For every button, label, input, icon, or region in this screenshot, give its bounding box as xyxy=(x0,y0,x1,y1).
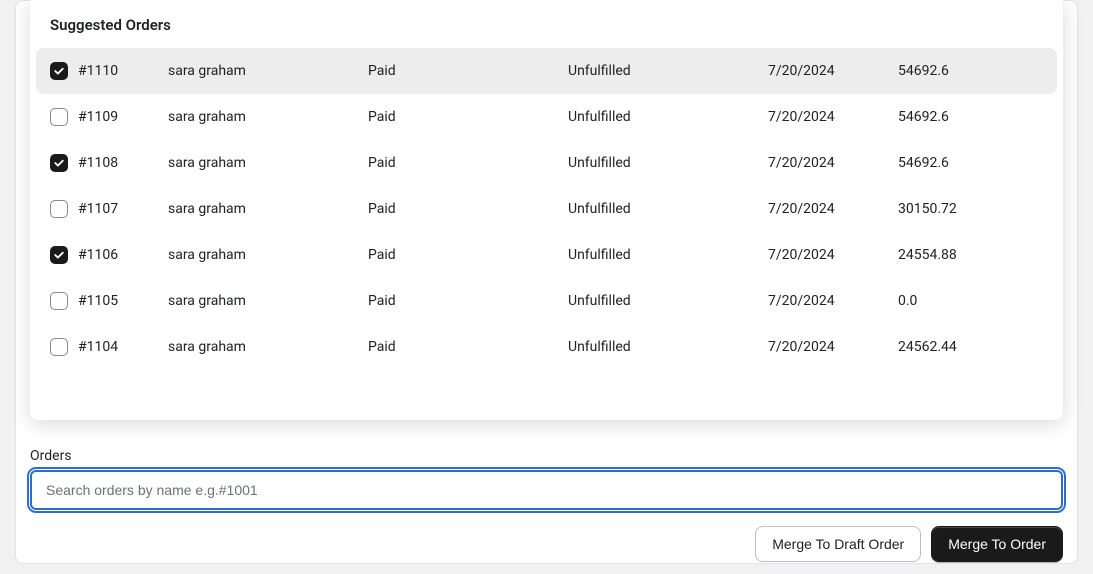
order-fulfillment-status: Unfulfilled xyxy=(568,109,768,125)
order-date: 7/20/2024 xyxy=(768,201,898,217)
order-fulfillment-status: Unfulfilled xyxy=(568,63,768,79)
order-row[interactable]: #1108sara grahamPaidUnfulfilled7/20/2024… xyxy=(30,140,1063,186)
order-date: 7/20/2024 xyxy=(768,109,898,125)
order-row[interactable]: #1109sara grahamPaidUnfulfilled7/20/2024… xyxy=(30,94,1063,140)
order-checkbox[interactable] xyxy=(50,338,68,356)
order-id: #1104 xyxy=(78,339,168,355)
order-amount: 24554.88 xyxy=(898,247,1043,263)
order-fulfillment-status: Unfulfilled xyxy=(568,339,768,355)
order-customer: sara graham xyxy=(168,63,368,79)
merge-to-draft-order-button[interactable]: Merge To Draft Order xyxy=(755,526,921,562)
suggested-orders-scroll[interactable]: Suggested Orders #1110sara grahamPaidUnf… xyxy=(30,0,1063,420)
order-date: 7/20/2024 xyxy=(768,339,898,355)
order-row[interactable]: #1106sara grahamPaidUnfulfilled7/20/2024… xyxy=(30,232,1063,278)
order-payment-status: Paid xyxy=(368,109,568,125)
order-date: 7/20/2024 xyxy=(768,293,898,309)
order-amount: 24562.44 xyxy=(898,339,1043,355)
order-amount: 54692.6 xyxy=(898,63,1043,79)
order-customer: sara graham xyxy=(168,155,368,171)
order-row[interactable]: #1110sara grahamPaidUnfulfilled7/20/2024… xyxy=(36,48,1057,94)
button-row: Merge To Draft Order Merge To Order xyxy=(30,526,1063,562)
order-date: 7/20/2024 xyxy=(768,63,898,79)
orders-section: Orders Merge To Draft Order Merge To Ord… xyxy=(30,448,1063,562)
order-id: #1107 xyxy=(78,201,168,217)
order-checkbox[interactable] xyxy=(50,154,68,172)
order-amount: 30150.72 xyxy=(898,201,1043,217)
order-checkbox[interactable] xyxy=(50,108,68,126)
order-payment-status: Paid xyxy=(368,247,568,263)
order-amount: 0.0 xyxy=(898,293,1043,309)
order-customer: sara graham xyxy=(168,201,368,217)
order-fulfillment-status: Unfulfilled xyxy=(568,201,768,217)
search-orders-input[interactable] xyxy=(30,470,1063,510)
order-fulfillment-status: Unfulfilled xyxy=(568,293,768,309)
order-payment-status: Paid xyxy=(368,339,568,355)
order-customer: sara graham xyxy=(168,339,368,355)
order-row[interactable]: #1105sara grahamPaidUnfulfilled7/20/2024… xyxy=(30,278,1063,324)
order-row[interactable]: #1104sara grahamPaidUnfulfilled7/20/2024… xyxy=(30,324,1063,370)
order-date: 7/20/2024 xyxy=(768,155,898,171)
order-payment-status: Paid xyxy=(368,155,568,171)
order-fulfillment-status: Unfulfilled xyxy=(568,247,768,263)
order-payment-status: Paid xyxy=(368,63,568,79)
order-fulfillment-status: Unfulfilled xyxy=(568,155,768,171)
order-payment-status: Paid xyxy=(368,201,568,217)
order-date: 7/20/2024 xyxy=(768,247,898,263)
order-checkbox[interactable] xyxy=(50,246,68,264)
order-customer: sara graham xyxy=(168,293,368,309)
orders-label: Orders xyxy=(30,448,1063,464)
suggested-orders-header: Suggested Orders xyxy=(30,0,1063,48)
order-customer: sara graham xyxy=(168,247,368,263)
order-amount: 54692.6 xyxy=(898,155,1043,171)
order-checkbox[interactable] xyxy=(50,292,68,310)
order-id: #1106 xyxy=(78,247,168,263)
suggested-orders-dropdown: Suggested Orders #1110sara grahamPaidUnf… xyxy=(30,0,1063,420)
order-payment-status: Paid xyxy=(368,293,568,309)
order-id: #1110 xyxy=(78,63,168,79)
order-row[interactable]: #1107sara grahamPaidUnfulfilled7/20/2024… xyxy=(30,186,1063,232)
order-id: #1108 xyxy=(78,155,168,171)
order-checkbox[interactable] xyxy=(50,62,68,80)
order-checkbox[interactable] xyxy=(50,200,68,218)
order-customer: sara graham xyxy=(168,109,368,125)
merge-to-order-button[interactable]: Merge To Order xyxy=(931,526,1063,562)
order-id: #1105 xyxy=(78,293,168,309)
order-amount: 54692.6 xyxy=(898,109,1043,125)
order-id: #1109 xyxy=(78,109,168,125)
